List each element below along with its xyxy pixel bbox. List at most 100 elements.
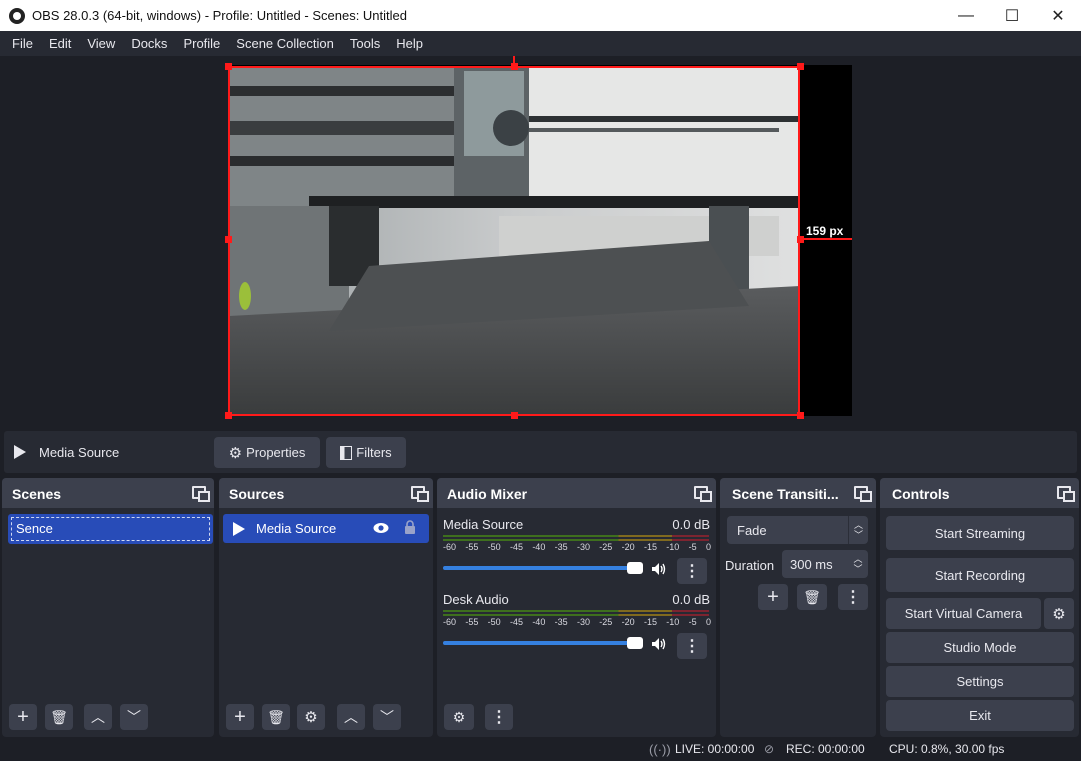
status-bar: ((·)) LIVE: 00:00:00 ⊘ REC: 00:00:00 CPU…: [0, 737, 1081, 761]
tick-label: -5: [688, 542, 697, 552]
resize-handle-n[interactable]: [511, 63, 518, 70]
channel-name: Desk Audio: [443, 592, 509, 607]
menu-profile[interactable]: Profile: [175, 31, 228, 56]
exit-button[interactable]: Exit: [886, 700, 1074, 731]
controls-dock: Controls Start Streaming Start Recording…: [880, 478, 1079, 737]
channel-menu-button[interactable]: ⋮: [677, 633, 707, 659]
move-source-down-button[interactable]: ﹀: [373, 704, 401, 730]
chevron-down-icon: ﹀: [127, 709, 141, 725]
resize-handle-sw[interactable]: [225, 412, 232, 419]
resize-handle-s[interactable]: [511, 412, 518, 419]
menu-scene-collection[interactable]: Scene Collection: [228, 31, 342, 56]
move-source-up-button[interactable]: ︿: [337, 704, 365, 730]
menu-edit[interactable]: Edit: [41, 31, 79, 56]
tick-label: -20: [621, 617, 635, 627]
add-source-button[interactable]: +: [226, 704, 254, 730]
plus-icon: +: [17, 705, 29, 728]
filters-label: Filters: [356, 445, 392, 460]
move-scene-down-button[interactable]: ﹀: [120, 704, 148, 730]
virtual-camera-settings-button[interactable]: ⚙: [1044, 598, 1074, 629]
audio-mixer-dock: Audio Mixer Media Source 0.0 dB -60 -55 -5…: [437, 478, 716, 737]
settings-button[interactable]: Settings: [886, 666, 1074, 697]
plus-icon: +: [234, 705, 246, 728]
window-title: OBS 28.0.3 (64-bit, windows) - Profile: …: [32, 8, 407, 23]
volume-slider-handle[interactable]: [627, 562, 643, 574]
undock-icon[interactable]: [411, 486, 429, 502]
gears-icon: ⚙: [452, 708, 466, 725]
duration-label: Duration: [725, 558, 775, 573]
trash-icon: 🗑: [50, 708, 68, 725]
trash-icon: 🗑: [803, 588, 821, 605]
duration-spinbox[interactable]: 300 ms ︿ ﹀: [782, 550, 868, 578]
undock-icon[interactable]: [694, 486, 712, 502]
remove-source-button[interactable]: 🗑: [262, 704, 290, 730]
undock-icon[interactable]: [192, 486, 210, 502]
transition-select[interactable]: Fade ︿ ﹀: [727, 516, 868, 544]
volume-slider[interactable]: [443, 637, 643, 649]
transition-menu-button[interactable]: ⋮: [838, 584, 868, 610]
remove-transition-button[interactable]: 🗑: [797, 584, 827, 610]
transitions-header: Scene Transiti...: [720, 478, 876, 508]
tick-label: -20: [621, 542, 635, 552]
menu-tools[interactable]: Tools: [342, 31, 388, 56]
kebab-icon: ⋮: [845, 589, 861, 606]
remove-scene-button[interactable]: 🗑: [45, 704, 73, 730]
record-icon: ⊘: [764, 742, 775, 756]
filter-icon: [340, 445, 353, 460]
volume-slider-handle[interactable]: [627, 637, 643, 649]
speaker-icon[interactable]: [651, 562, 667, 576]
start-streaming-button[interactable]: Start Streaming: [886, 516, 1074, 550]
volume-meter: [443, 535, 709, 541]
printer-camera-image: [229, 66, 800, 415]
video-frame[interactable]: [229, 66, 800, 415]
tick-label: -15: [643, 542, 657, 552]
add-scene-button[interactable]: +: [9, 704, 37, 730]
undock-icon[interactable]: [1057, 486, 1075, 502]
start-virtual-camera-button[interactable]: Start Virtual Camera: [886, 598, 1041, 629]
mixer-menu-button[interactable]: ⋮: [485, 704, 513, 730]
source-item[interactable]: Media Source: [223, 514, 429, 543]
rec-status: REC: 00:00:00: [786, 742, 865, 756]
scenes-header: Scenes: [2, 478, 214, 508]
eye-icon[interactable]: [373, 522, 389, 534]
source-properties-button[interactable]: ⚙: [297, 704, 325, 730]
properties-button[interactable]: ⚙ Properties: [214, 437, 320, 468]
add-transition-button[interactable]: +: [758, 584, 788, 610]
close-button[interactable]: ✕: [1035, 0, 1081, 31]
channel-db: 0.0 dB: [672, 592, 710, 607]
menu-file[interactable]: File: [4, 31, 41, 56]
tick-label: -5: [688, 617, 697, 627]
tick-label: -50: [487, 542, 501, 552]
chevron-up-icon: ︿: [91, 709, 105, 725]
lock-icon[interactable]: [404, 520, 416, 534]
tick-label: -35: [554, 617, 568, 627]
menu-view[interactable]: View: [79, 31, 123, 56]
tick-label: -50: [487, 617, 501, 627]
advanced-audio-button[interactable]: ⚙: [444, 704, 474, 730]
resize-handle-ne[interactable]: [797, 63, 804, 70]
obs-logo-icon: [9, 7, 25, 24]
tick-label: -45: [509, 542, 523, 552]
sources-title: Sources: [229, 486, 285, 502]
scene-item[interactable]: Sence: [8, 514, 213, 544]
meter-scale: -60 -55 -50 -45 -40 -35 -30 -25 -20 -15 -10 -5 0: [443, 542, 711, 554]
undock-icon[interactable]: [854, 486, 872, 502]
move-scene-up-button[interactable]: ︿: [84, 704, 112, 730]
filters-button[interactable]: Filters: [326, 437, 406, 468]
channel-menu-button[interactable]: ⋮: [677, 558, 707, 584]
scene-name-edit[interactable]: Sence: [11, 517, 210, 541]
studio-mode-button[interactable]: Studio Mode: [886, 632, 1074, 663]
controls-title: Controls: [892, 486, 950, 502]
resize-handle-se[interactable]: [797, 412, 804, 419]
tick-label: -60: [443, 542, 457, 552]
start-recording-button[interactable]: Start Recording: [886, 558, 1074, 592]
menu-docks[interactable]: Docks: [123, 31, 175, 56]
menu-help[interactable]: Help: [388, 31, 431, 56]
minimize-button[interactable]: —: [943, 0, 989, 31]
controls-header: Controls: [880, 478, 1079, 508]
volume-slider[interactable]: [443, 562, 643, 574]
resize-handle-nw[interactable]: [225, 63, 232, 70]
maximize-button[interactable]: ☐: [989, 0, 1035, 31]
resize-handle-w[interactable]: [225, 236, 232, 243]
speaker-icon[interactable]: [651, 637, 667, 651]
